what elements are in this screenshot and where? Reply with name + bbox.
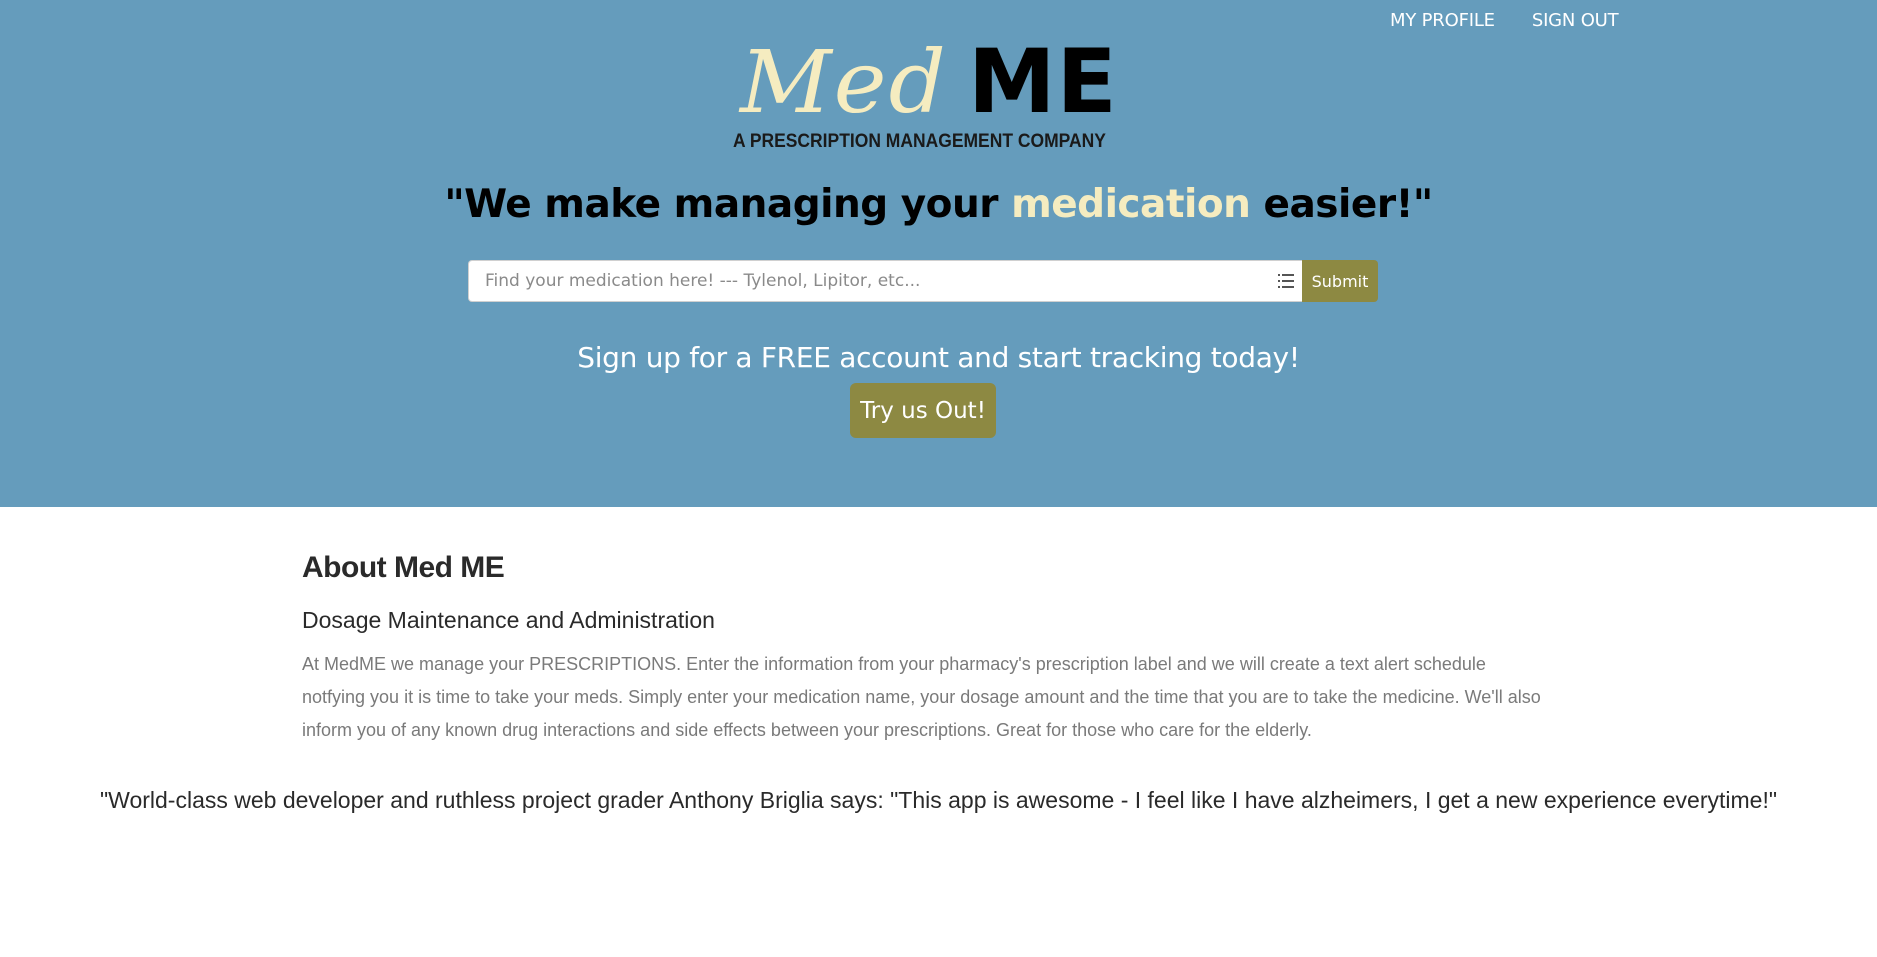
top-nav: MY PROFILE SIGN OUT	[1390, 10, 1619, 31]
about-title: About Med ME	[302, 551, 505, 584]
logo: Med ME A PRESCRIPTION MANAGEMENT COMPANY	[730, 30, 1120, 158]
logo-me-text: ME	[968, 30, 1118, 133]
hero-section: MY PROFILE SIGN OUT Med ME A PRESCRIPTIO…	[0, 0, 1877, 507]
sign-out-link[interactable]: SIGN OUT	[1532, 10, 1619, 31]
list-icon[interactable]	[1278, 274, 1294, 288]
search-form: Submit	[468, 260, 1378, 302]
logo-subtitle: A PRESCRIPTION MANAGEMENT COMPANY	[733, 131, 1106, 152]
tagline: "We make managing your medication easier…	[0, 182, 1877, 227]
my-profile-link[interactable]: MY PROFILE	[1390, 10, 1495, 31]
try-us-out-button[interactable]: Try us Out!	[850, 383, 996, 438]
search-box	[468, 260, 1302, 302]
about-subtitle: Dosage Maintenance and Administration	[302, 607, 715, 633]
logo-med-text: Med	[740, 33, 949, 133]
about-body: At MedME we manage your PRESCRIPTIONS. E…	[302, 654, 1541, 740]
submit-button[interactable]: Submit	[1302, 260, 1378, 302]
signup-text: Sign up for a FREE account and start tra…	[577, 341, 1300, 374]
about-section: About Med ME Dosage Maintenance and Admi…	[302, 551, 1602, 747]
testimonial-quote: "World-class web developer and ruthless …	[99, 787, 1778, 813]
tagline-highlight: medication	[1011, 182, 1251, 227]
tagline-before: "We make managing your	[444, 182, 1012, 227]
tagline-after: easier!"	[1250, 182, 1434, 227]
search-input[interactable]	[485, 271, 1278, 291]
